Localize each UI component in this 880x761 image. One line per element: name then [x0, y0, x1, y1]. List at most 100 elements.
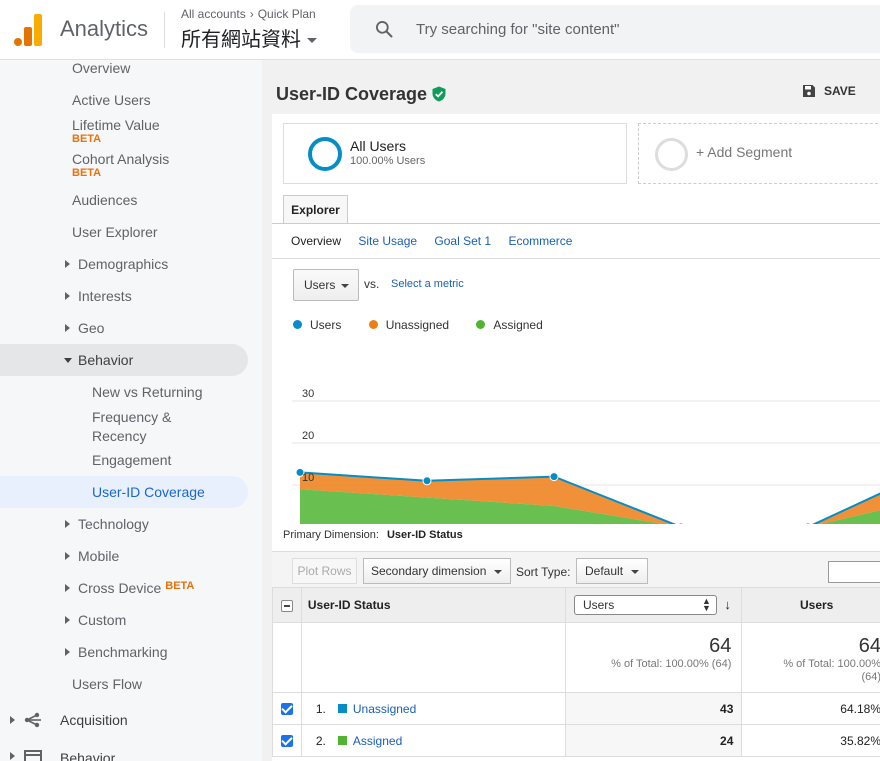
beta-badge: BETA: [72, 133, 102, 145]
sidebar-item-cross-device[interactable]: Cross Device BETA: [78, 580, 194, 596]
row-metric-cell: 43: [564, 692, 743, 725]
sidebar-item-mobile[interactable]: Mobile: [78, 548, 119, 564]
legend-item-unassigned[interactable]: Unassigned: [368, 318, 449, 332]
sidebar-item-technology[interactable]: Technology: [78, 516, 149, 532]
row-checkbox-cell[interactable]: [272, 724, 302, 757]
beta-badge: BETA: [165, 580, 195, 592]
expand-arrow-icon[interactable]: [65, 292, 70, 300]
sidebar-item-user-id-coverage[interactable]: User-ID Coverage: [92, 484, 205, 500]
summary-percent: % of Total: 100.00%: [783, 658, 880, 670]
sidebar-section-behavior[interactable]: Behavior: [60, 750, 115, 761]
subtab-goal-set-1[interactable]: Goal Set 1: [434, 234, 491, 248]
sidebar-item-geo[interactable]: Geo: [78, 320, 104, 336]
expand-arrow-icon[interactable]: [10, 716, 15, 724]
table-header-row: User-ID Status Users ▲ ▼ ↓ Users: [272, 587, 880, 623]
caret-down-icon: [494, 570, 502, 574]
collapse-arrow-icon[interactable]: [64, 358, 72, 363]
expand-arrow-icon[interactable]: [65, 584, 70, 592]
sidebar-item-demographics[interactable]: Demographics: [78, 256, 168, 272]
row-checkbox[interactable]: [280, 703, 293, 716]
expand-arrow-icon[interactable]: [65, 616, 70, 624]
series-swatch: [337, 703, 347, 713]
plot-rows-button[interactable]: Plot Rows: [292, 558, 357, 584]
row-checkbox[interactable]: [280, 735, 293, 748]
subtab-overview[interactable]: Overview: [291, 234, 341, 248]
app-name: Analytics: [60, 16, 149, 41]
sidebar-item-overview[interactable]: Overview: [72, 60, 130, 76]
sidebar-item-audiences[interactable]: Audiences: [72, 192, 137, 208]
table-search-input[interactable]: [828, 561, 880, 583]
search-input[interactable]: [416, 17, 856, 41]
view-selector[interactable]: 所有網站資料: [181, 23, 317, 52]
expand-arrow-icon[interactable]: [65, 260, 70, 268]
metric-select[interactable]: Users: [293, 269, 359, 301]
series-swatch: [337, 735, 347, 745]
row-percent-cell: 64.18%: [741, 692, 880, 725]
point-users: [804, 522, 812, 524]
add-segment-button[interactable]: + Add Segment: [638, 123, 880, 184]
select-all-cell[interactable]: [272, 587, 302, 623]
summary-cell-users: 64 % of Total: 100.00% (64): [741, 622, 880, 693]
expand-arrow-icon[interactable]: [10, 752, 15, 760]
sidebar: Overview Active Users Lifetime Value BET…: [0, 60, 262, 761]
legend-item-assigned[interactable]: Assigned: [476, 318, 543, 332]
sort-desc-arrow-icon[interactable]: ↓: [724, 597, 731, 612]
subtab-site-usage[interactable]: Site Usage: [358, 234, 417, 248]
sidebar-item-custom[interactable]: Custom: [78, 612, 126, 628]
caret-down-icon: [307, 38, 317, 43]
user-id-coverage-chart: 102030…Oct 31Nov 1Nov 2Nov 3: [292, 388, 880, 524]
tab-explorer[interactable]: Explorer: [283, 195, 348, 224]
row-link-unassigned[interactable]: Unassigned: [353, 702, 416, 716]
segment-card-all-users[interactable]: All Users 100.00% Users: [283, 123, 627, 184]
sidebar-item-label: Frequency &: [92, 409, 172, 425]
secondary-dimension-dropdown[interactable]: Secondary dimension: [363, 558, 511, 584]
breadcrumb-accounts[interactable]: All accounts: [181, 7, 246, 21]
sidebar-item-engagement[interactable]: Engagement: [92, 452, 171, 468]
select-metric-link[interactable]: Select a metric: [391, 278, 464, 290]
caret-down-icon: [341, 284, 349, 288]
legend-item-users[interactable]: Users: [293, 318, 341, 332]
sidebar-item-users-flow[interactable]: Users Flow: [72, 676, 142, 692]
report-content: All Users 100.00% Users + Add Segment Ex…: [272, 114, 880, 761]
col-header-user-id-status[interactable]: User-ID Status: [300, 587, 566, 623]
table-toolbar: Plot Rows Secondary dimension Sort Type:…: [272, 551, 880, 587]
sidebar-item-cohort-analysis[interactable]: Cohort Analysis BETA: [72, 151, 169, 180]
sidebar-item-benchmarking[interactable]: Benchmarking: [78, 644, 168, 660]
table-row: 1. Unassigned 43 64.18%: [272, 692, 880, 725]
row-checkbox-cell[interactable]: [272, 692, 302, 725]
page-title-text: User-ID Coverage: [276, 84, 428, 104]
save-label: SAVE: [824, 84, 856, 98]
sidebar-item-frequency-recency[interactable]: Frequency & Recency: [92, 409, 171, 444]
sort-type-dropdown[interactable]: Default: [576, 558, 648, 584]
expand-arrow-icon[interactable]: [65, 520, 70, 528]
chevron-right-icon: ›: [249, 7, 254, 21]
breadcrumb-property[interactable]: Quick Plan: [258, 7, 316, 21]
sidebar-item-label: Recency: [92, 428, 147, 444]
behavior-icon: [24, 750, 42, 761]
expand-arrow-icon[interactable]: [65, 648, 70, 656]
sidebar-section-acquisition[interactable]: Acquisition: [60, 712, 128, 728]
save-button[interactable]: SAVE: [802, 84, 856, 98]
breadcrumb[interactable]: All accounts › Quick Plan: [181, 7, 316, 21]
expand-arrow-icon[interactable]: [65, 324, 70, 332]
sidebar-item-interests[interactable]: Interests: [78, 288, 132, 304]
top-bar: Analytics All accounts › Quick Plan 所有網站資料: [0, 0, 880, 60]
search-bar[interactable]: [350, 5, 880, 53]
add-segment-label: + Add Segment: [696, 144, 793, 160]
row-link-assigned[interactable]: Assigned: [353, 734, 402, 748]
verified-shield-icon: [432, 86, 446, 102]
expand-arrow-icon[interactable]: [65, 552, 70, 560]
sidebar-item-active-users[interactable]: Active Users: [72, 92, 151, 108]
sidebar-item-behavior[interactable]: Behavior: [78, 352, 133, 368]
col-header-metric-select[interactable]: Users ▲ ▼ ↓: [564, 587, 743, 623]
sidebar-item-lifetime-value[interactable]: Lifetime Value BETA: [72, 117, 160, 146]
select-all-checkbox[interactable]: [280, 599, 293, 612]
subtab-ecommerce[interactable]: Ecommerce: [508, 234, 572, 248]
vs-label: vs.: [364, 277, 380, 291]
row-number: 1.: [315, 701, 326, 716]
col-header-users[interactable]: Users: [741, 587, 880, 623]
analytics-logo-icon[interactable]: [14, 14, 42, 46]
column-metric-dropdown[interactable]: Users ▲ ▼: [573, 595, 717, 615]
sidebar-item-new-vs-returning[interactable]: New vs Returning: [92, 384, 203, 400]
sidebar-item-user-explorer[interactable]: User Explorer: [72, 224, 158, 240]
